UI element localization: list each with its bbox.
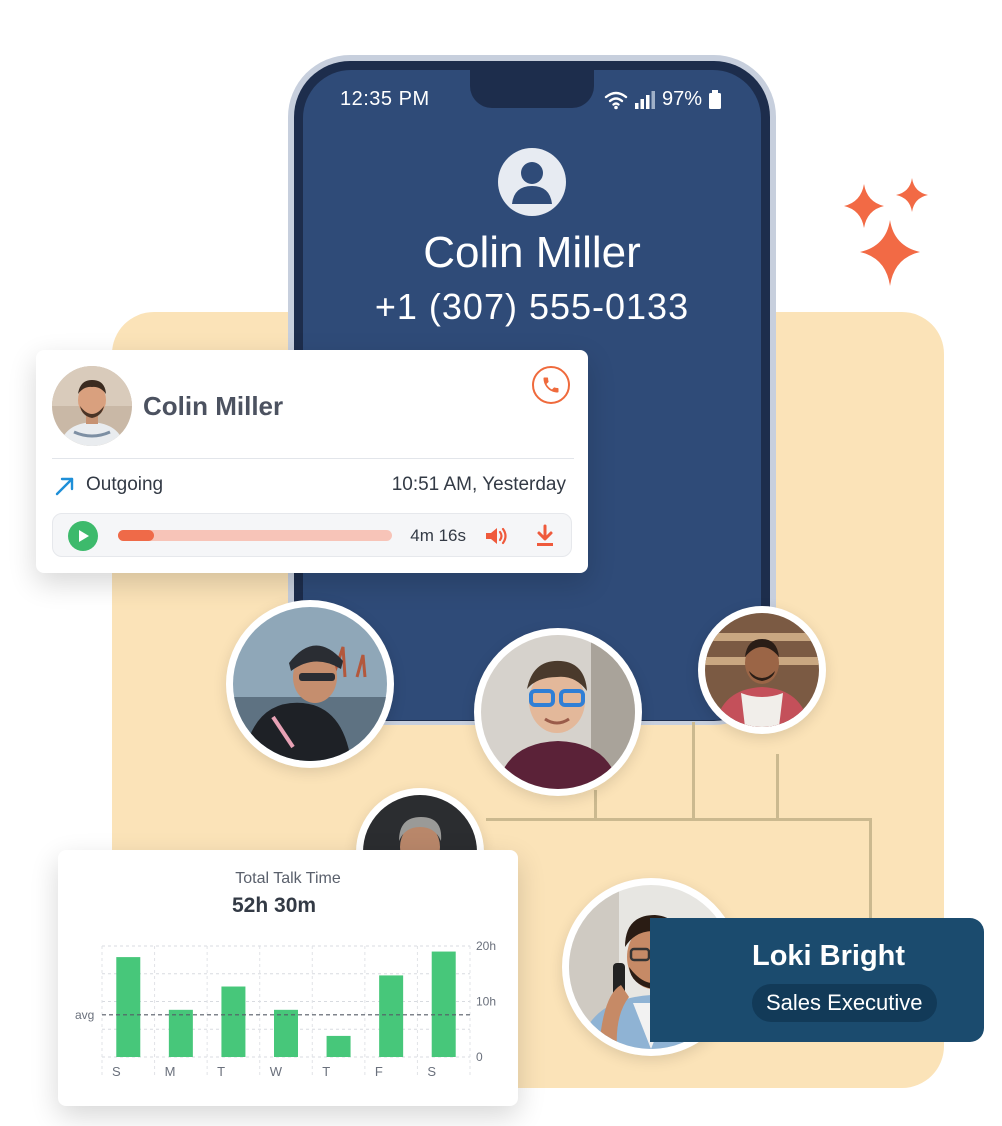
battery-percent: 97% [662,88,703,110]
chart-bar [431,951,456,1057]
chart-bar [274,1009,298,1057]
status-time: 12:35 PM [340,88,430,110]
talk-time-value: 52h 30m [232,894,317,917]
team-member-avatar [698,606,826,734]
progress-fill [118,530,154,541]
caller-number: +1 (307) 555-0133 [374,286,690,327]
connector-line [869,818,872,918]
contact-photo [52,366,132,446]
x-tick-label: S [112,1064,121,1079]
chart-bar [379,975,404,1057]
x-tick-label: M [165,1064,176,1079]
caller-name: Colin Miller [423,228,641,277]
sparkle-icon [844,178,928,286]
battery-icon [709,89,722,109]
x-tick-label: T [217,1064,225,1079]
avg-label: avg [75,1008,94,1022]
x-tick-label: S [427,1064,436,1079]
phone-icon [543,377,559,393]
x-tick-label: W [270,1064,283,1079]
team-member-avatar [474,628,642,796]
signal-icon [635,90,655,109]
outgoing-arrow-icon [55,477,74,496]
chart-bar [326,1035,351,1057]
caller-avatar [498,148,566,216]
talk-time-chart: S M T W T F Savg 0 10h 20h [75,939,496,1079]
y-tick-label: 10h [476,995,496,1009]
profile-name: Loki Bright [752,940,906,972]
progress-track[interactable] [118,530,392,541]
phone-notch [470,70,594,108]
wifi-icon [604,91,628,109]
user-icon [512,162,552,204]
download-icon[interactable] [534,524,556,548]
x-tick-label: T [322,1064,330,1079]
contact-name: Colin Miller [143,391,284,421]
y-tick-label: 20h [476,939,496,953]
chart-bar [168,1009,193,1057]
team-member-avatar [226,600,394,768]
connector-line [594,790,597,820]
profile-role-badge: Sales Executive [752,984,937,1022]
play-button[interactable] [68,521,98,551]
x-tick-label: F [375,1064,383,1079]
profile-card [650,918,984,1042]
chart-bar [221,986,246,1057]
y-tick-label: 0 [476,1050,483,1064]
call-timestamp: 10:51 AM, Yesterday [391,474,566,495]
status-indicators: 97% [604,88,722,111]
divider [52,458,574,459]
chart-title: Total Talk Time [235,870,341,887]
play-icon [79,530,89,542]
call-direction: Outgoing [86,474,164,495]
connector-line [776,754,779,820]
connector-line [692,722,695,820]
chart-bar [116,957,141,1057]
call-button[interactable] [532,366,570,404]
volume-icon[interactable] [484,525,508,547]
connector-line [486,818,872,821]
call-duration: 4m 16s [410,526,466,545]
